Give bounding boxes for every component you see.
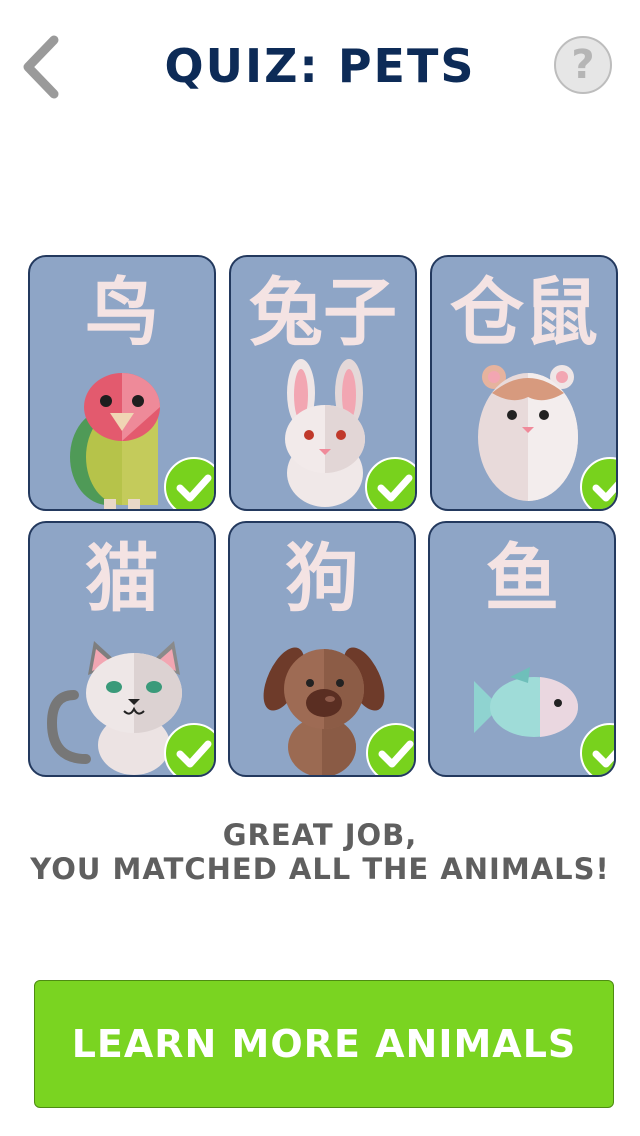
message-line-2: YOU MATCHED ALL THE ANIMALS! <box>30 852 610 886</box>
learn-more-animals-button[interactable]: LEARN MORE ANIMALS <box>34 980 614 1108</box>
card-bird[interactable]: 鸟 <box>28 255 216 511</box>
card-cat[interactable]: 猫 <box>28 521 216 777</box>
check-badge <box>164 457 214 509</box>
card-fish[interactable]: 鱼 <box>428 521 616 777</box>
card-word: 仓鼠 <box>450 270 598 356</box>
page-title: QUIZ: PETS <box>164 39 476 93</box>
check-icon <box>378 740 414 768</box>
header: QUIZ: PETS ? <box>0 0 640 130</box>
card-dog[interactable]: 狗 <box>228 521 416 777</box>
check-icon <box>377 474 413 502</box>
check-badge <box>366 723 414 775</box>
help-button[interactable]: ? <box>554 36 612 94</box>
check-icon <box>176 474 212 502</box>
check-badge <box>365 457 415 509</box>
check-icon <box>592 481 616 502</box>
card-rabbit[interactable]: 兔子 <box>229 255 417 511</box>
message-line-1: GREAT JOB, <box>222 818 418 852</box>
card-word: 鸟 <box>85 270 159 356</box>
card-word: 兔子 <box>249 270 397 356</box>
card-word: 猫 <box>85 536 159 622</box>
check-badge <box>580 457 616 509</box>
success-message: GREAT JOB, YOU MATCHED ALL THE ANIMALS! <box>0 818 640 886</box>
check-badge <box>580 723 614 775</box>
card-hamster[interactable]: 仓鼠 <box>430 255 618 511</box>
check-icon <box>176 740 212 768</box>
card-word: 狗 <box>285 536 359 622</box>
check-badge <box>164 723 214 775</box>
check-icon <box>592 749 614 768</box>
card-word: 鱼 <box>485 536 559 622</box>
